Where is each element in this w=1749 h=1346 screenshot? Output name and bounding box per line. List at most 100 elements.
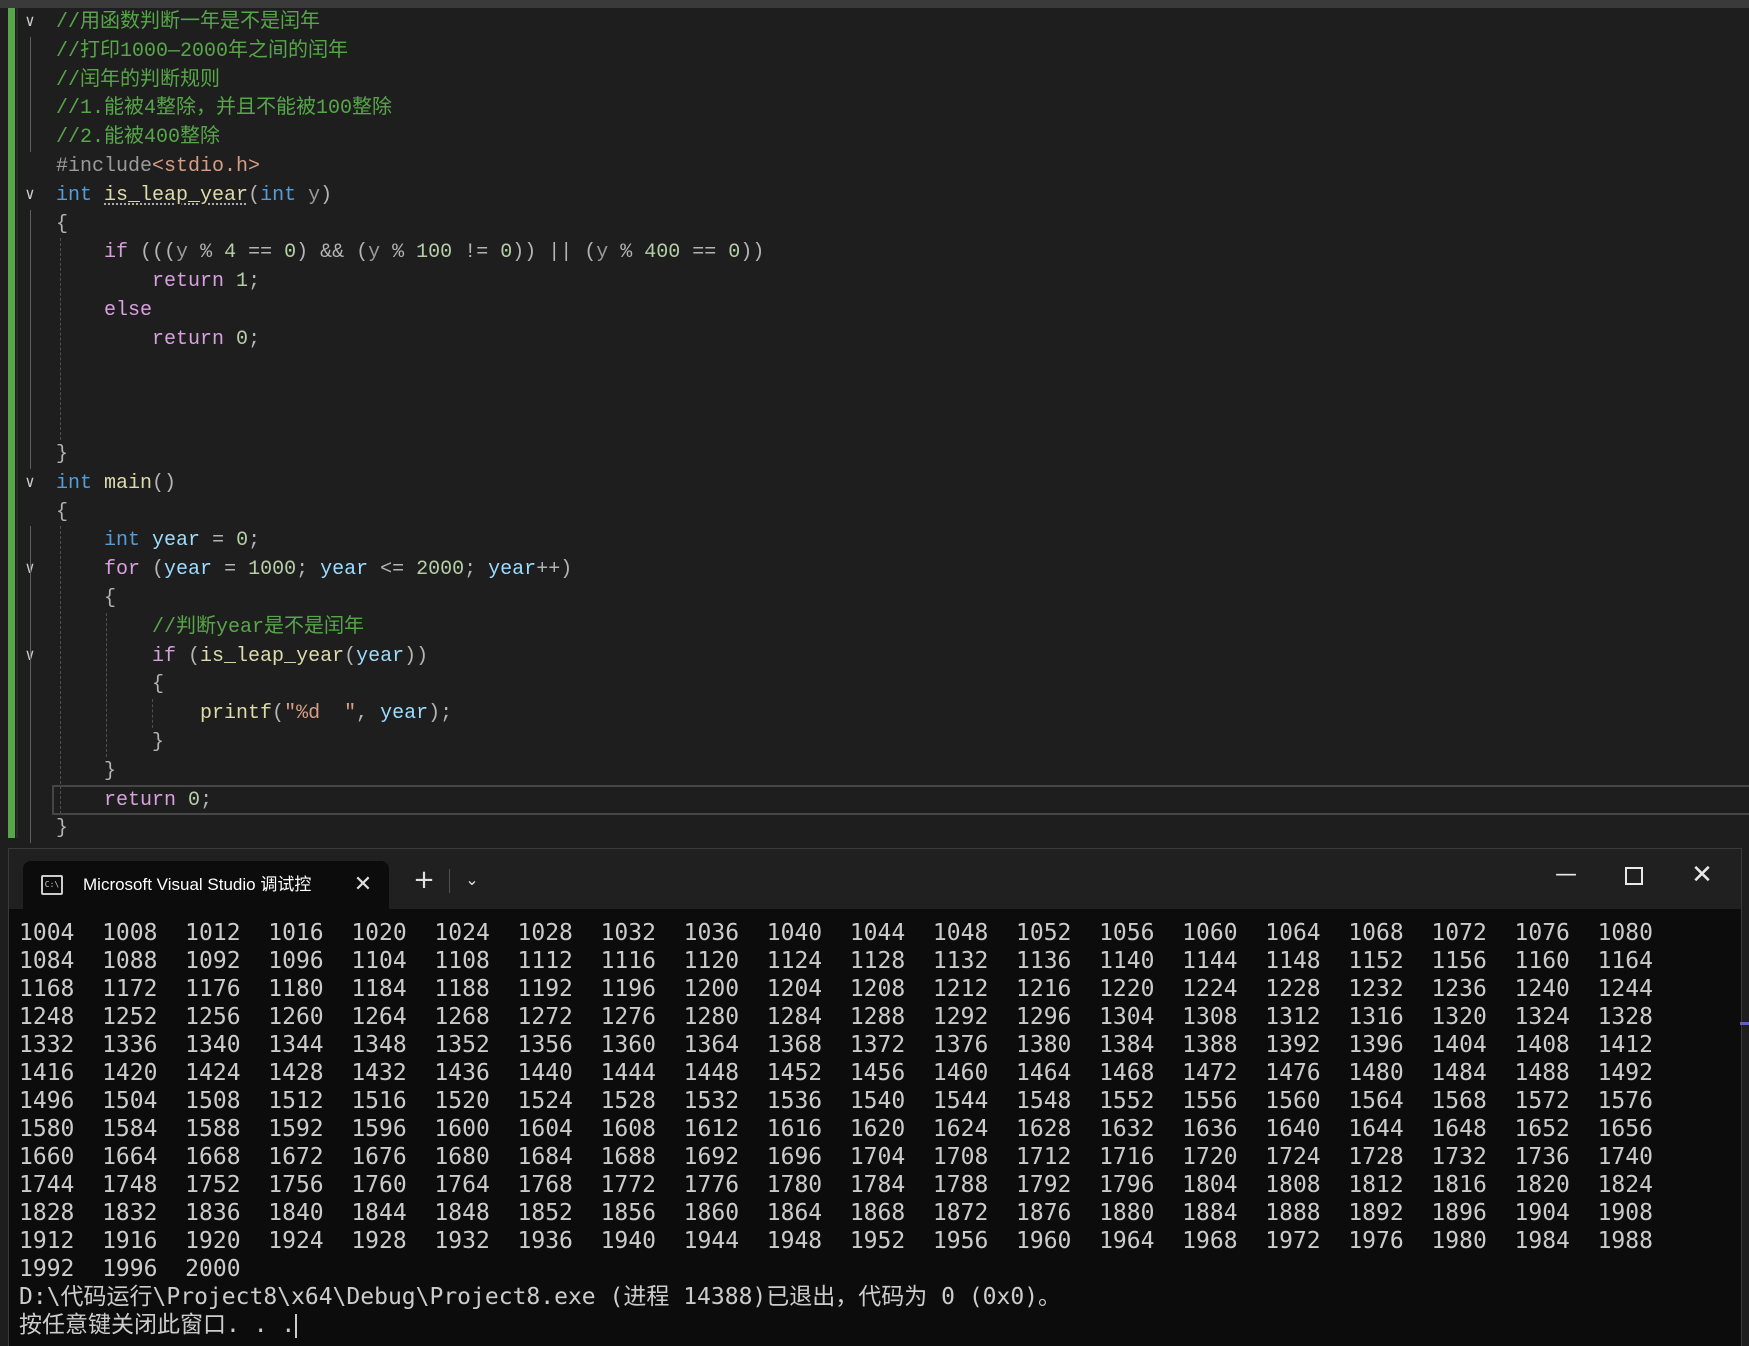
indent-guide	[60, 238, 61, 440]
code-line[interactable]: }	[0, 757, 1749, 786]
chevron-down-icon[interactable]: ⌄	[457, 863, 487, 897]
code-text: //1.能被4整除，并且不能被100整除	[56, 94, 392, 123]
code-line[interactable]: }	[0, 728, 1749, 757]
code-token: (	[272, 702, 285, 726]
code-token: is_leap_year	[200, 644, 345, 668]
code-line[interactable]: }	[0, 440, 1749, 469]
maximize-button[interactable]	[1609, 855, 1659, 895]
code-token: year	[164, 558, 213, 582]
code-token: //1.能被4整除，并且不能被100整除	[56, 97, 393, 121]
code-line[interactable]: else	[0, 296, 1749, 325]
code-token: (	[344, 644, 357, 668]
code-token: main	[104, 471, 153, 495]
close-window-button[interactable]: ✕	[1677, 855, 1727, 895]
code-line[interactable]: return 1;	[0, 267, 1749, 296]
code-token: //2.能被400整除	[56, 126, 221, 150]
code-line[interactable]: ∨ for (year = 1000; year <= 2000; year++…	[0, 555, 1749, 584]
console-titlebar[interactable]: C:\ Microsoft Visual Studio 调试控 ✕ + ⌄ — …	[9, 849, 1741, 909]
code-token: %	[188, 241, 225, 265]
code-line[interactable]: if (((y % 4 == 0) && (y % 100 != 0)) || …	[0, 238, 1749, 267]
code-text: printf("%d ", year);	[56, 699, 452, 728]
side-panel-stub	[1740, 1022, 1749, 1025]
console-output[interactable]: 1004 1008 1012 1016 1020 1024 1028 1032 …	[19, 919, 1734, 1346]
debug-console-window[interactable]: C:\ Microsoft Visual Studio 调试控 ✕ + ⌄ — …	[8, 848, 1742, 1346]
code-line[interactable]	[0, 354, 1749, 383]
code-token: <stdio.h>	[152, 155, 261, 178]
fold-chevron-icon[interactable]: ∨	[19, 469, 41, 498]
code-token: 0	[728, 241, 741, 265]
code-line[interactable]: return 0;	[0, 325, 1749, 354]
code-text: }	[56, 728, 164, 757]
console-tab[interactable]: C:\ Microsoft Visual Studio 调试控 ✕	[23, 861, 389, 909]
console-icon: C:\	[41, 875, 63, 895]
code-line[interactable]: }	[0, 814, 1749, 843]
code-text: else	[56, 296, 152, 325]
code-editor[interactable]: ∨ //用函数判断一年是不是闰年 //打印1000—2000年之间的闰年 //闰年的判…	[0, 0, 1749, 845]
new-tab-button[interactable]: +	[407, 863, 441, 897]
code-token: printf	[200, 702, 273, 726]
code-line[interactable]: //1.能被4整除，并且不能被100整除	[0, 94, 1749, 123]
code-token: year	[380, 702, 429, 726]
code-token: year	[488, 558, 537, 582]
code-line[interactable]	[0, 411, 1749, 440]
code-token: ;	[296, 558, 321, 582]
code-token: ) && (	[296, 241, 369, 265]
code-line[interactable]: {	[0, 670, 1749, 699]
code-text: if (((y % 4 == 0) && (y % 100 != 0)) || …	[56, 238, 764, 267]
outline-line	[30, 526, 31, 844]
code-line[interactable]	[0, 382, 1749, 411]
maximize-icon	[1625, 866, 1643, 885]
code-line[interactable]: {	[0, 498, 1749, 527]
minimize-button[interactable]: —	[1541, 855, 1591, 895]
editor-top-bar	[0, 0, 1749, 8]
code-token: }	[56, 731, 165, 754]
fold-chevron-icon[interactable]: ∨	[19, 181, 41, 210]
console-output-line: 1992 1996 2000	[19, 1256, 241, 1282]
code-text: //用函数判断一年是不是闰年	[56, 8, 320, 37]
code-line[interactable]: //闰年的判断规则	[0, 66, 1749, 95]
code-token: !=	[452, 241, 501, 265]
code-token: {	[56, 500, 69, 524]
code-line[interactable]: {	[0, 210, 1749, 239]
code-token: (	[140, 558, 165, 582]
code-token: #include	[56, 155, 153, 178]
code-line[interactable]: int year = 0;	[0, 526, 1749, 555]
code-line[interactable]: {	[0, 584, 1749, 613]
code-text: int is_leap_year(int y)	[56, 181, 332, 210]
code-token: year	[152, 529, 201, 553]
code-line[interactable]: printf("%d ", year);	[0, 699, 1749, 728]
code-token: year	[320, 558, 369, 582]
code-line[interactable]: ∨ //用函数判断一年是不是闰年	[0, 8, 1749, 37]
code-token: return	[152, 270, 225, 294]
close-tab-icon[interactable]: ✕	[351, 873, 375, 897]
code-line[interactable]: ∨ int main()	[0, 469, 1749, 498]
code-token: //打印1000—2000年之间的闰年	[56, 39, 349, 63]
code-token: //判断year是不是闰年	[152, 615, 365, 639]
code-token: if	[104, 241, 129, 265]
code-line[interactable]: ∨ if (is_leap_year(year))	[0, 642, 1749, 671]
code-token: ;	[464, 558, 489, 582]
indent-guide	[106, 612, 107, 757]
code-line[interactable]: #include<stdio.h>	[0, 152, 1749, 181]
code-token: 100	[416, 241, 453, 265]
code-token: 4	[224, 241, 237, 265]
fold-chevron-icon[interactable]: ∨	[19, 8, 41, 37]
console-output-line: 1004 1008 1012 1016 1020 1024 1028 1032 …	[19, 920, 1653, 946]
code-token: ()	[152, 471, 177, 495]
console-output-line: 1168 1172 1176 1180 1184 1188 1192 1196 …	[19, 976, 1653, 1002]
code-text: int main()	[56, 469, 176, 498]
code-token: int	[260, 183, 297, 207]
code-token: y	[308, 183, 321, 207]
code-line[interactable]: ∨ int is_leap_year(int y)	[0, 181, 1749, 210]
code-line[interactable]: //打印1000—2000年之间的闰年	[0, 37, 1749, 66]
code-line[interactable]: //判断year是不是闰年	[0, 613, 1749, 642]
code-token: y	[368, 241, 381, 265]
code-line[interactable]: //2.能被400整除	[0, 123, 1749, 152]
